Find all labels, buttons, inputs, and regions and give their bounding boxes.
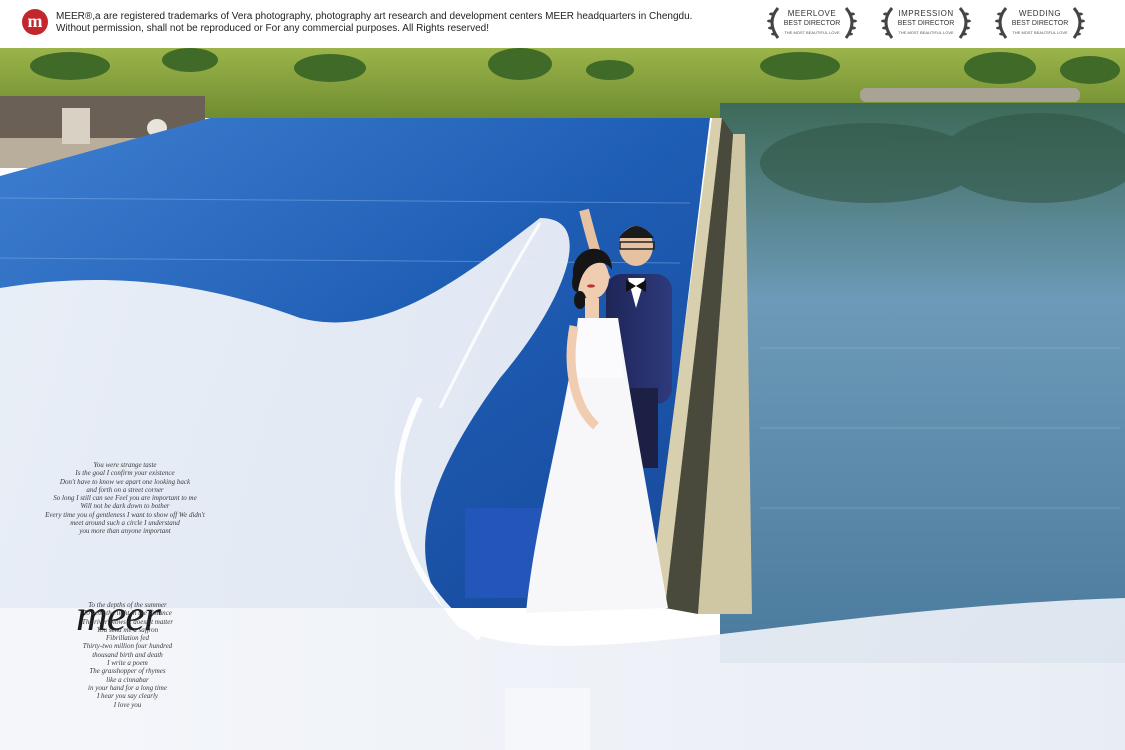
top-banner: m MEER®,a are registered trademarks of V… [0, 0, 1125, 48]
poem-line: Fibrillation fed [106, 634, 149, 643]
poem-line: Thirty-two million four hundred [82, 642, 173, 651]
wedding-photo: You were strange taste Is the goal I con… [0, 48, 1125, 750]
poem-line: To the depths of the summer [88, 601, 167, 609]
pillar [62, 108, 90, 144]
meer-logo: m [22, 9, 48, 35]
copyright-line-1: MEER®,a are registered trademarks of Ver… [56, 11, 693, 22]
poem-line: Is the goal I confirm your existence [75, 469, 175, 478]
poem-line: To send the light in the distance [83, 609, 172, 618]
award-title: IMPRESSION [898, 9, 954, 18]
award-subtitle: BEST DIRECTOR [1011, 20, 1069, 27]
poem-line: you more than anyone important [79, 527, 171, 536]
poem-line: You send me a saffron [96, 625, 159, 634]
award-tagline: THE MOST BEAUTIFUL LOVE [1012, 30, 1068, 35]
poem-line: and forth on a street corner [86, 485, 164, 494]
poem-line: The grasshopper of rhymes [89, 667, 166, 676]
award-title: WEDDING [1018, 9, 1062, 18]
award-title: MEERLOVE [787, 9, 837, 18]
poem-line: I love you [113, 700, 142, 709]
copyright-notice: MEER®,a are registered trademarks of Ver… [56, 11, 692, 35]
poem-line: thousand birth and death [92, 650, 163, 659]
poem-line: You were strange taste [93, 461, 157, 469]
poem-line: So long I still can see Feel you are imp… [53, 494, 197, 503]
copyright-line-2: Without permission, shall not be reprodu… [56, 23, 489, 34]
poem-line: like a cinnabar [106, 675, 149, 684]
award-tagline: THE MOST BEAUTIFUL LOVE [784, 30, 840, 35]
poem-line: Every time you of gentleness I want to s… [45, 510, 205, 519]
award-subtitle: BEST DIRECTOR [897, 20, 955, 27]
walkway-foreground [505, 688, 590, 750]
poem-line: in your hand for a long time [88, 683, 167, 692]
poem-upper: You were strange taste Is the goal I con… [40, 461, 210, 536]
poem-line: meet around such a circle I understand [70, 519, 180, 528]
award-meerlove: MEERLOVE BEST DIRECTOR THE MOST BEAUTIFU… [764, 4, 860, 42]
poem-line: Will not be dark down to bother [80, 502, 170, 511]
award-subtitle: BEST DIRECTOR [783, 20, 841, 27]
poem-line: I hear you say clearly [96, 692, 159, 701]
award-impression: IMPRESSION BEST DIRECTOR THE MOST BEAUTI… [878, 4, 974, 42]
poem-line: The river blows it doesn't matter [81, 617, 174, 626]
award-tagline: THE MOST BEAUTIFUL LOVE [898, 30, 954, 35]
award-wedding: WEDDING BEST DIRECTOR THE MOST BEAUTIFUL… [992, 4, 1088, 42]
rocks [860, 88, 1080, 102]
poem-line: Don't have to know we apart one looking … [59, 477, 191, 486]
poem-lower: To the depths of the summer To send the … [60, 601, 195, 709]
poem-line: I write a poem [107, 659, 148, 668]
